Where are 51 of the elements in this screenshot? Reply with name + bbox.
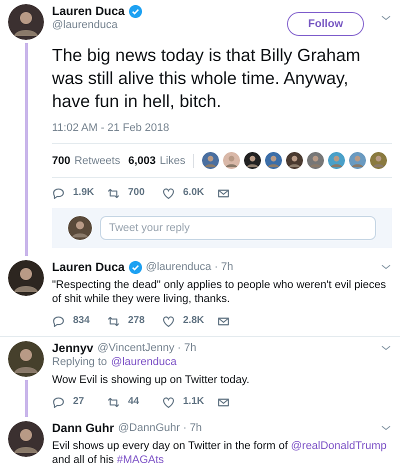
mail-icon[interactable] xyxy=(217,314,230,328)
retweet-icon[interactable] xyxy=(107,314,120,328)
replying-label: Replying to xyxy=(52,355,108,369)
like-icon[interactable] xyxy=(162,396,175,408)
retweets-label[interactable]: Retweets xyxy=(74,154,120,168)
author-handle[interactable]: @VincentJenny · 7h xyxy=(97,341,376,355)
avatar[interactable] xyxy=(8,4,44,40)
action-count: 27 xyxy=(73,395,84,409)
author-name[interactable]: Lauren Duca xyxy=(52,4,125,18)
like-icon[interactable] xyxy=(162,314,175,328)
mention-link[interactable]: @laurenduca xyxy=(111,355,177,369)
action-count: 1.1K xyxy=(183,395,204,409)
author-name[interactable]: Jennyv xyxy=(52,341,94,355)
retweet-icon[interactable] xyxy=(107,186,120,200)
action-count: 834 xyxy=(73,314,90,328)
reply-icon[interactable] xyxy=(52,314,65,328)
avatar[interactable] xyxy=(8,341,44,377)
action-count: 700 xyxy=(128,186,145,200)
tweet-text: The big news today is that Billy Graham was still alive this whole time. Anyway, have fun in hell, bitch. xyxy=(52,44,362,113)
action-count: 6.0K xyxy=(183,186,204,200)
reply-text: Evil shows up every day on Twitter in the form of @realDonaldTrump and all of his #MAGAts xyxy=(52,439,388,463)
timestamp: 11:02 AM - 21 Feb 2018 xyxy=(52,121,170,135)
like-icon[interactable] xyxy=(162,186,175,200)
link[interactable]: @realDonaldTrump xyxy=(290,440,387,452)
avatar[interactable] xyxy=(244,152,262,169)
reply-icon[interactable] xyxy=(52,396,65,408)
author-name[interactable]: Lauren Duca xyxy=(52,260,125,274)
link[interactable]: #MAGAts xyxy=(116,454,164,463)
author-name[interactable]: Dann Guhr xyxy=(52,421,114,435)
retweets-count[interactable]: 700 xyxy=(52,154,70,168)
reply-text: Wow Evil is showing up on Twitter today. xyxy=(52,373,250,387)
author-handle[interactable]: @laurenduca · 7h xyxy=(146,260,376,274)
avatar[interactable] xyxy=(8,260,44,296)
avatar[interactable] xyxy=(8,421,44,457)
likes-label[interactable]: Likes xyxy=(160,154,186,168)
action-count: 44 xyxy=(128,395,140,409)
likes-count[interactable]: 6,003 xyxy=(128,154,156,168)
avatar[interactable] xyxy=(286,152,304,169)
retweet-icon[interactable] xyxy=(107,396,120,408)
follow-button[interactable]: Follow xyxy=(287,12,364,36)
action-count: 1.9K xyxy=(73,186,94,200)
mail-icon[interactable] xyxy=(217,186,230,200)
reply-icon[interactable] xyxy=(52,186,65,200)
reply-text: "Respecting the dead" only applies to people who weren't evil pieces of shit while they were living, thanks. xyxy=(52,278,388,306)
action-count: 2.8K xyxy=(183,314,204,328)
mail-icon[interactable] xyxy=(217,396,230,408)
reply-input[interactable]: Tweet your reply xyxy=(100,216,376,240)
avatar[interactable] xyxy=(68,216,92,240)
action-count: 278 xyxy=(128,314,145,328)
author-handle[interactable]: @DannGuhr · 7h xyxy=(118,421,376,435)
author-handle[interactable]: @laurenduca xyxy=(52,18,288,32)
